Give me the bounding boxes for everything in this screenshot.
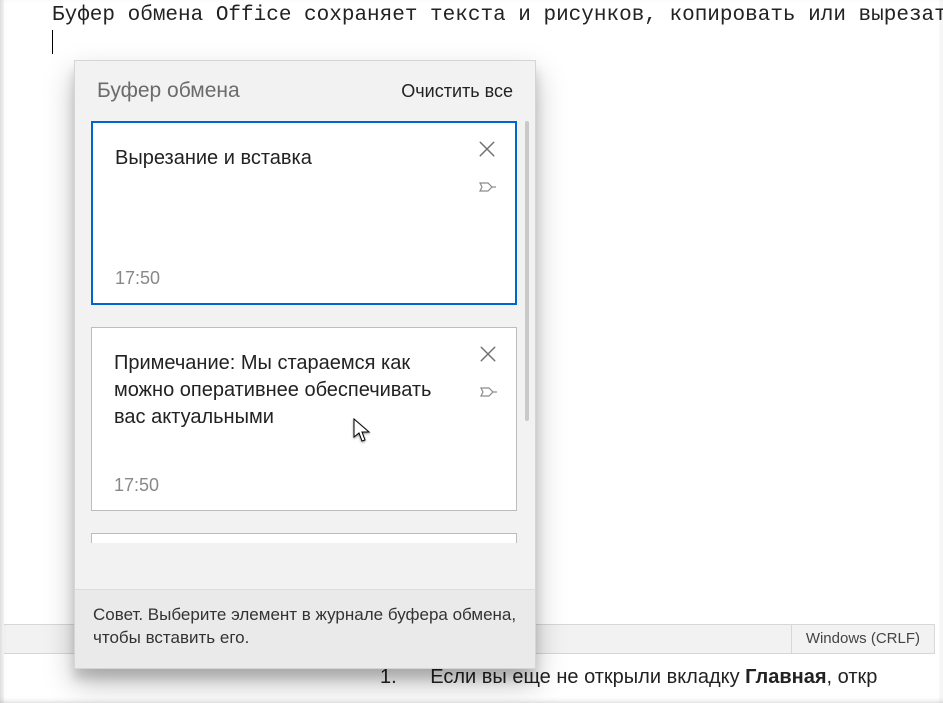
clipboard-item[interactable]: Примечание: Мы стараемся как можно опера… (91, 327, 517, 511)
delete-item-button[interactable] (473, 135, 501, 163)
popup-title: Буфер обмена (97, 79, 240, 103)
clipboard-item-time: 17:50 (115, 268, 160, 289)
pin-icon (477, 177, 497, 197)
close-icon (478, 140, 496, 158)
clipboard-history-popup: Буфер обмена Очистить все Вырезание и вс… (74, 60, 536, 669)
clipboard-item[interactable]: Вырезание и вставка 17:50 (91, 121, 517, 305)
clipboard-item[interactable] (91, 533, 517, 543)
pin-item-button[interactable] (474, 378, 502, 406)
popup-tip: Совет. Выберите элемент в журнале буфера… (75, 589, 535, 668)
text-caret (52, 30, 53, 54)
clipboard-item-text: Примечание: Мы стараемся как можно опера… (114, 350, 494, 431)
document-text-line: 1. Если вы еще не открыли вкладку Главна… (380, 666, 877, 689)
pin-item-button[interactable] (473, 173, 501, 201)
list-number: 1. (380, 666, 408, 689)
delete-item-button[interactable] (474, 340, 502, 368)
document-text-run: Если вы еще не открыли вкладку (430, 666, 745, 688)
clipboard-item-time: 17:50 (114, 475, 159, 496)
clipboard-item-text: Вырезание и вставка (115, 145, 493, 172)
status-line-endings[interactable]: Windows (CRLF) (791, 625, 935, 653)
pin-icon (478, 382, 498, 402)
clipboard-items-list: Вырезание и вставка 17:50 (91, 121, 517, 589)
close-icon (479, 345, 497, 363)
scrollbar[interactable] (525, 121, 529, 589)
clear-all-button[interactable]: Очистить все (401, 81, 513, 102)
scrollbar-thumb[interactable] (525, 121, 529, 421)
document-text-line: Буфер обмена Office сохраняет текста и р… (52, 4, 943, 27)
document-text-run: , откр (827, 666, 878, 688)
document-text-bold: Главная (745, 666, 826, 688)
